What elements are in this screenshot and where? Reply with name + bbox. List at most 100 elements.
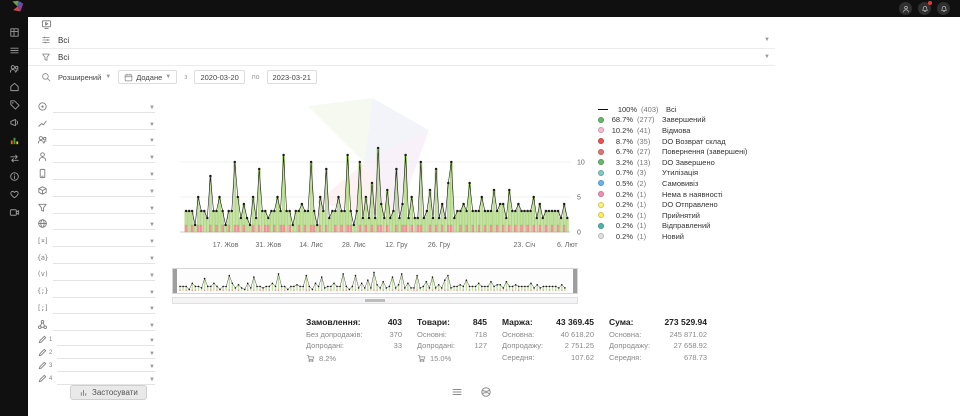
chevron-down-icon: ▼ [764, 37, 770, 43]
chart-legend: 100%(403)Всі68.7%(277)Завершений10.2%(41… [598, 104, 747, 242]
legend-count: (2) [637, 179, 662, 188]
stats-footer-value: 678.73 [684, 353, 707, 362]
svg-text:26. Гру: 26. Гру [428, 242, 451, 249]
sidebar-item-support[interactable] [7, 188, 22, 201]
chevron-down-icon: ▼ [149, 138, 155, 144]
legend-percent: 0.2% [608, 190, 633, 199]
filter-select-1[interactable]: Всі ▼ [51, 32, 775, 48]
date-to-input[interactable]: 2023-03-21 [267, 70, 317, 84]
sidebar-item-info[interactable] [7, 170, 22, 183]
sidebar-item-shop[interactable] [7, 80, 22, 93]
legend-count: (41) [637, 126, 662, 135]
site-filter-select[interactable]: ▼ [53, 217, 155, 230]
legend-item[interactable]: 10.2%(41)Відмова [598, 125, 747, 136]
stats-footer-label: Середня: [502, 353, 534, 362]
chevron-down-icon: ▼ [149, 338, 155, 344]
custom-filter-1-number: 1 [49, 337, 52, 343]
legend-item[interactable]: 6.7%(27)Повернення (завершені) [598, 146, 747, 157]
sidebar-item-marketing[interactable] [7, 116, 22, 129]
funnel-filter-select[interactable]: ▼ [53, 201, 155, 214]
search-icon [41, 72, 51, 82]
product-filter-icon [37, 185, 48, 196]
orders-icon [9, 45, 20, 56]
date-from-input[interactable]: 2020-03-20 [194, 70, 244, 84]
multi-field-filter-select[interactable]: ▼ [53, 301, 155, 314]
phone-filter-select[interactable]: ▼ [53, 167, 155, 180]
alerts-button[interactable] [937, 2, 950, 15]
legend-count: (1) [637, 200, 662, 209]
status-filter-select[interactable]: ▼ [53, 100, 155, 113]
legend-item[interactable]: 100%(403)Всі [598, 104, 747, 115]
filter-select-2[interactable]: Всі ▼ [51, 49, 775, 65]
chevron-down-icon: ▼ [149, 189, 155, 195]
date-field-select[interactable]: Додане ▼ [118, 70, 177, 84]
text-field-filter-icon: {a} [37, 254, 48, 262]
sidebar-item-video-lessons[interactable] [7, 206, 22, 219]
legend-item[interactable]: 68.7%(277)Завершений [598, 115, 747, 126]
legend-percent: 0.2% [608, 200, 633, 209]
notifications-button[interactable] [918, 2, 931, 15]
list-field-filter-select[interactable]: ▼ [53, 285, 155, 298]
network-filter-select[interactable]: ▼ [53, 318, 155, 331]
from-label: з [184, 74, 187, 81]
search-icon[interactable] [41, 72, 51, 82]
legend-item[interactable]: 0.2%(1)Новий [598, 231, 747, 242]
legend-item[interactable]: 0.2%(1)Нема в наявності [598, 189, 747, 200]
managers-filter-select[interactable]: ▼ [53, 133, 155, 146]
list-view-button[interactable] [450, 385, 463, 398]
stats-sub-value: 370 [389, 330, 402, 339]
brush-handle-left[interactable] [173, 269, 177, 293]
apply-button[interactable]: Застосувати [70, 385, 147, 400]
brush-handle-right[interactable] [573, 269, 577, 293]
legend-item[interactable]: 0.2%(1)Прийнятий [598, 210, 747, 221]
legend-item[interactable]: 3.2%(13)DO Завершено [598, 157, 747, 168]
value-field-filter-select[interactable]: ▼ [53, 268, 155, 281]
client-filter-select[interactable]: ▼ [53, 150, 155, 163]
sidebar-item-dashboard[interactable] [7, 26, 22, 39]
profile-button[interactable] [899, 2, 912, 15]
legend-item[interactable]: 0.2%(1)Відправлений [598, 221, 747, 232]
dynamics-filter-select[interactable]: ▼ [53, 117, 155, 130]
legend-label: Всі [666, 105, 676, 114]
alerts-icon [940, 5, 948, 13]
sidebar-item-statistics[interactable] [7, 134, 22, 147]
value-field-filter-row: (v)▼ [28, 266, 165, 283]
custom-filter-2-select[interactable]: ▼ [57, 346, 155, 359]
sidebar-item-integrations[interactable] [7, 152, 22, 165]
legend-count: (3) [637, 168, 662, 177]
legend-count: (1) [637, 190, 662, 199]
legend-item[interactable]: 0.2%(1)DO Отправлено [598, 199, 747, 210]
legend-item[interactable]: 8.7%(35)DO Возврат склад [598, 136, 747, 147]
product-filter-row: ▼ [28, 182, 165, 199]
sidebar-item-orders[interactable] [7, 44, 22, 57]
custom-filter-3-row: 3▼ [28, 359, 165, 372]
text-field-filter-select[interactable]: ▼ [53, 251, 155, 264]
orders-chart[interactable]: 051017. Жов31. Жов14. Лис28. Лис12. Гру2… [170, 104, 600, 254]
product-filter-select[interactable]: ▼ [53, 184, 155, 197]
chart-brush[interactable] [172, 268, 578, 294]
legend-percent: 6.7% [608, 147, 633, 156]
status-filter-row: ▼ [28, 98, 165, 115]
custom-filter-1-select[interactable]: ▼ [57, 333, 155, 346]
search-mode-select[interactable]: Розширений ▼ [58, 73, 111, 82]
funnel-icon [41, 52, 51, 62]
custom-filter-4-icon [37, 373, 48, 384]
sidebar-item-products[interactable] [7, 98, 22, 111]
globe-view-button[interactable] [479, 385, 492, 398]
chevron-down-icon: ▼ [149, 323, 155, 329]
currency-field-filter-select[interactable]: ▼ [53, 234, 155, 247]
chart-scrollbar[interactable] [172, 297, 578, 304]
shop-icon [9, 81, 20, 92]
sidebar-item-clients[interactable] [7, 62, 22, 75]
site-filter-icon [37, 218, 48, 229]
scrollbar-thumb[interactable] [365, 299, 385, 302]
display-icon [41, 19, 52, 30]
legend-item[interactable]: 0.7%(3)Утилізація [598, 168, 747, 179]
app-logo[interactable] [10, 0, 25, 18]
managers-filter-row: ▼ [28, 132, 165, 149]
legend-item[interactable]: 0.5%(2)Самовивіз [598, 178, 747, 189]
stats-sub-value: 33 [394, 341, 402, 350]
notification-badge [928, 1, 932, 5]
custom-filter-3-select[interactable]: ▼ [57, 359, 155, 372]
custom-filter-4-select[interactable]: ▼ [57, 372, 155, 385]
